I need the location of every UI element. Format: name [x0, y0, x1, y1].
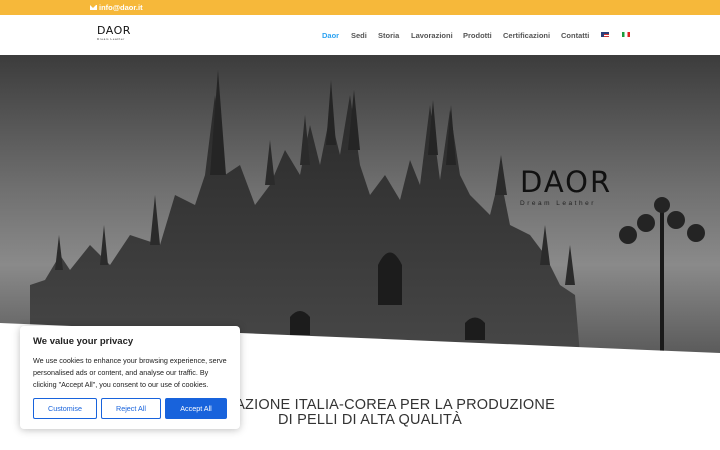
- hero-brand-tagline: Dream Leather: [520, 200, 596, 207]
- cookie-button-row: Customise Reject All Accept All: [33, 398, 227, 419]
- hero-brand-logo: DAOR Dream Leather: [520, 167, 620, 207]
- accept-all-button[interactable]: Accept All: [165, 398, 227, 419]
- nav-item-lavorazioni[interactable]: Lavorazioni: [411, 31, 453, 40]
- site-logo[interactable]: DAOR Dream Leather: [97, 25, 133, 45]
- mail-icon: [90, 5, 97, 10]
- email-text[interactable]: info@daor.it: [99, 3, 143, 12]
- logo-tagline: Dream Leather: [97, 37, 125, 41]
- cookie-description: We use cookies to enhance your browsing …: [33, 356, 227, 389]
- nav-item-daor[interactable]: Daor: [322, 31, 339, 40]
- logo-wordmark: DAOR: [97, 24, 131, 37]
- cookie-consent-banner: We value your privacy We use cookies to …: [20, 326, 240, 429]
- reject-all-button[interactable]: Reject All: [101, 398, 161, 419]
- nav-item-prodotti[interactable]: Prodotti: [463, 31, 492, 40]
- nav-item-certificazioni[interactable]: Certificazioni: [503, 31, 550, 40]
- nav-item-contatti[interactable]: Contatti: [561, 31, 589, 40]
- nav-item-storia[interactable]: Storia: [378, 31, 399, 40]
- email-link[interactable]: info@daor.it: [90, 2, 143, 13]
- uk-flag-icon[interactable]: [601, 32, 609, 37]
- hero-banner: DAOR Dream Leather: [0, 55, 720, 355]
- hero-brand-name: DAOR: [520, 165, 613, 199]
- customise-button[interactable]: Customise: [33, 398, 97, 419]
- cookie-title: We value your privacy: [33, 336, 134, 347]
- nav-item-sedi[interactable]: Sedi: [351, 31, 367, 40]
- top-bar: info@daor.it: [0, 0, 720, 15]
- italy-flag-icon[interactable]: [622, 32, 630, 37]
